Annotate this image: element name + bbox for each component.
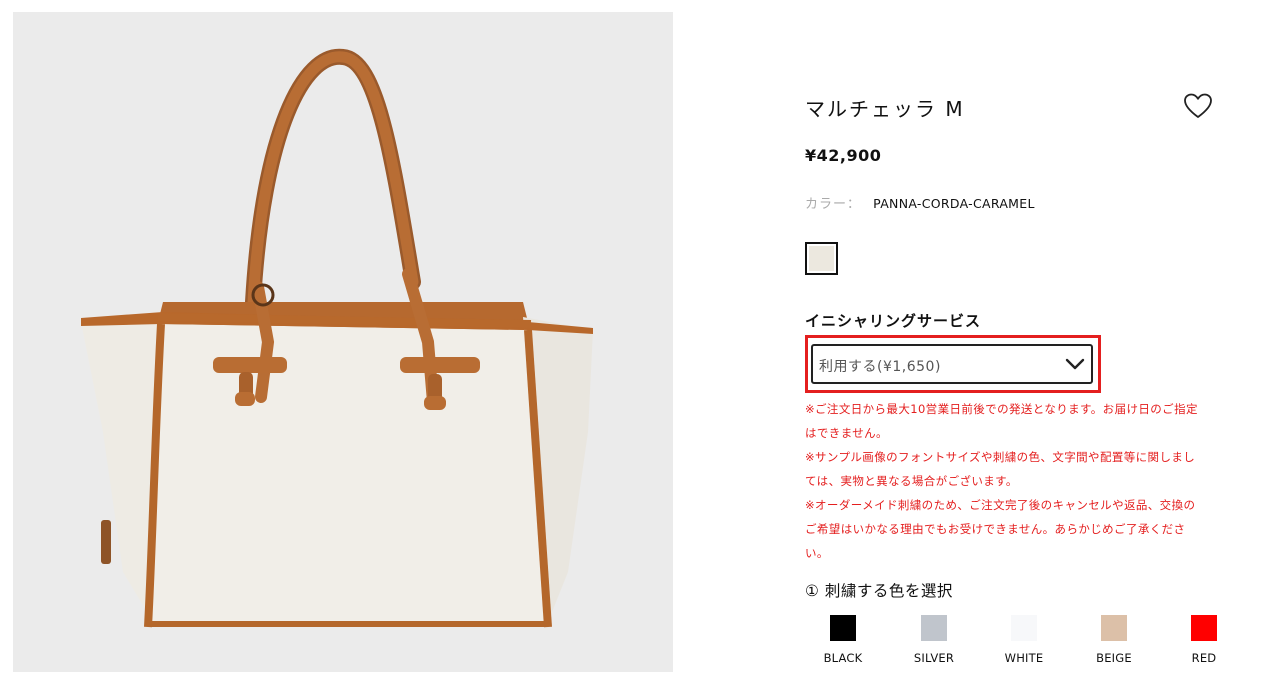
embroidery-color-red[interactable]: RED — [1164, 615, 1244, 671]
color-label: カラー： — [805, 197, 862, 212]
embroidery-color-silver[interactable]: SILVER — [894, 615, 974, 671]
note-line: ご希望はいかなる理由でもお受けできません。あらかじめご了承くださ — [805, 522, 1186, 536]
heart-outline-icon — [1184, 93, 1212, 118]
note-line: い。 — [805, 546, 829, 560]
note-line: ※オーダーメイド刺繍のため、ご注文完了後のキャンセルや返品、交換の — [805, 498, 1196, 512]
color-name: BEIGE — [1096, 651, 1132, 665]
product-title: マルチェッラ M — [805, 97, 965, 121]
color-info: カラー： PANNA-CORDA-CARAMEL — [805, 193, 1035, 212]
color-name: SILVER — [913, 651, 955, 665]
tote-bag-illustration — [81, 48, 593, 628]
embroidery-step-label: ① 刺繍する色を選択 — [805, 582, 953, 600]
color-swatch-fill — [809, 246, 834, 271]
embroidery-color-black[interactable]: BLACK — [803, 615, 883, 671]
product-details: マルチェッラ M ¥42,900 カラー： PANNA-CORDA-CARAME… — [805, 0, 1245, 680]
favorite-button[interactable] — [1183, 92, 1213, 120]
product-page: マルチェッラ M ¥42,900 カラー： PANNA-CORDA-CARAME… — [0, 0, 1285, 680]
initialing-heading: イニシャリングサービス — [805, 312, 982, 330]
color-chip — [1011, 615, 1037, 641]
color-name: RED — [1191, 651, 1217, 665]
color-chip — [1101, 615, 1127, 641]
initialing-select-value: 利用する(¥1,650) — [819, 359, 941, 375]
chevron-down-icon — [1065, 358, 1085, 370]
embroidery-color-options: BLACK SILVER WHITE BEIGE RED — [805, 615, 1245, 675]
initialing-select-highlight: 利用する(¥1,650) — [805, 335, 1101, 393]
initialing-select[interactable]: 利用する(¥1,650) — [811, 344, 1093, 384]
note-line: ※サンプル画像のフォントサイズや刺繍の色、文字間や配置等に関しまし — [805, 450, 1196, 464]
embroidery-color-white[interactable]: WHITE — [984, 615, 1064, 671]
note-line: はできません。 — [805, 426, 888, 440]
color-chip — [1191, 615, 1217, 641]
note-line: ※ご注文日から最大10営業日前後での発送となります。お届け日のご指定 — [805, 402, 1198, 416]
color-name: WHITE — [1004, 651, 1044, 665]
color-chip — [921, 615, 947, 641]
note-line: ては、実物と異なる場合がございます。 — [805, 474, 1018, 488]
color-swatch-selected[interactable] — [805, 242, 838, 275]
product-image[interactable] — [13, 12, 673, 672]
initialing-notes: ※ご注文日から最大10営業日前後での発送となります。お届け日のご指定 はできませ… — [805, 397, 1240, 565]
color-chip — [830, 615, 856, 641]
color-name: BLACK — [823, 651, 863, 665]
embroidery-color-beige[interactable]: BEIGE — [1074, 615, 1154, 671]
color-value: PANNA-CORDA-CARAMEL — [873, 196, 1035, 211]
product-price: ¥42,900 — [805, 146, 882, 165]
